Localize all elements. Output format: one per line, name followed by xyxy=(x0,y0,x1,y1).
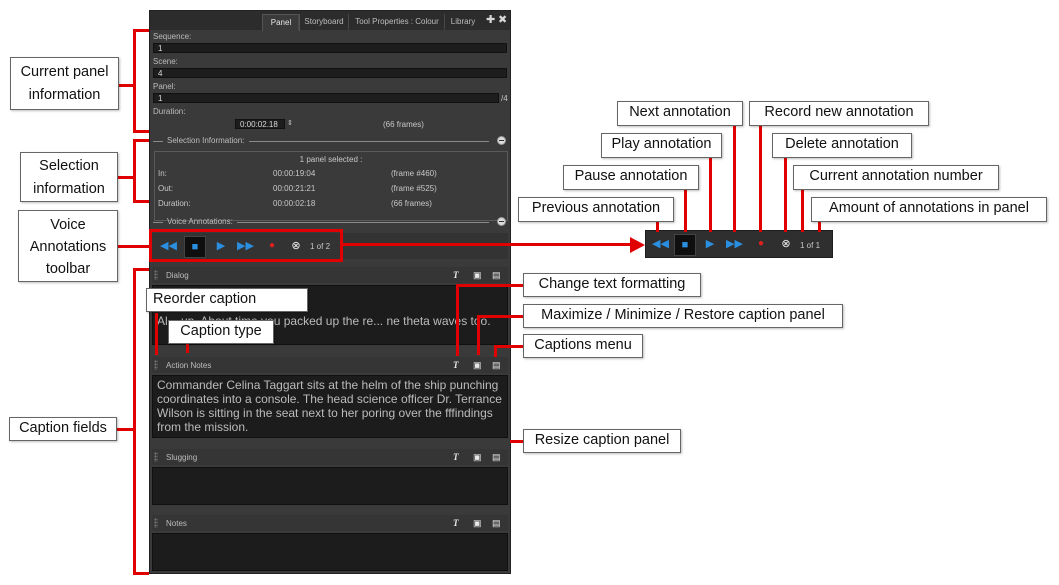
captions-menu-icon[interactable]: ▤ xyxy=(492,451,501,463)
caption-body-slugging[interactable] xyxy=(152,467,508,505)
sel-duration-time: 00:00:02:18 xyxy=(273,199,316,208)
zoom-record-icon[interactable]: ● xyxy=(753,236,769,252)
in-frame: (frame #460) xyxy=(391,169,437,178)
voice-section-header: Voice Annotations: xyxy=(153,217,508,227)
in-label: In: xyxy=(158,169,167,178)
tab-storyboard[interactable]: Storyboard xyxy=(298,14,349,30)
zoom-counter: 1 of 1 xyxy=(800,241,821,250)
callout-captions-menu: Captions menu xyxy=(523,334,643,358)
next-annotation-icon[interactable]: ▶▶ xyxy=(237,238,254,254)
sel-duration-label: Duration: xyxy=(158,199,191,208)
previous-annotation-icon[interactable]: ◀◀ xyxy=(160,238,177,254)
callout-delete-annotation: Delete annotation xyxy=(772,133,912,158)
text-format-icon[interactable]: T xyxy=(453,451,459,463)
selection-summary: 1 panel selected : xyxy=(299,155,363,164)
callout-selection: Selection information xyxy=(20,152,118,202)
text-format-icon[interactable]: T xyxy=(453,269,459,281)
maximize-icon[interactable]: ▣ xyxy=(473,517,482,529)
reorder-caption-grip[interactable] xyxy=(154,452,158,462)
plus-icon[interactable]: ✚ xyxy=(486,13,495,27)
sel-duration-frames: (66 frames) xyxy=(391,199,432,208)
in-time: 00:00:19:04 xyxy=(273,169,316,178)
out-frame: (frame #525) xyxy=(391,184,437,193)
play-annotation-icon[interactable]: ▶ xyxy=(213,238,229,254)
selection-header-label: Selection Information: xyxy=(167,136,245,145)
callout-amount-annotations: Amount of annotations in panel xyxy=(811,197,1047,222)
zoom-next-icon[interactable]: ▶▶ xyxy=(726,236,743,252)
caption-header-dialog: Dialog T ▣ ▤ xyxy=(152,267,508,283)
duration-label: Duration: xyxy=(153,107,186,116)
duration-frames: (66 frames) xyxy=(383,120,424,129)
tab-bar: Panel Storyboard Tool Properties : Colou… xyxy=(150,11,510,31)
callout-maximize: Maximize / Minimize / Restore caption pa… xyxy=(523,304,843,328)
callout-record-annotation: Record new annotation xyxy=(749,101,929,126)
close-icon[interactable]: ✖ xyxy=(498,13,507,27)
pause-annotation-icon[interactable]: ■ xyxy=(184,236,206,258)
zoom-stop-icon[interactable]: ■ xyxy=(674,234,696,256)
callout-reorder-caption: Reorder caption xyxy=(146,288,308,312)
callout-caption-type: Caption type xyxy=(168,320,274,344)
scene-field[interactable]: 4 xyxy=(153,68,507,78)
caption-header-notes: Notes T ▣ ▤ xyxy=(152,515,508,531)
selection-info-box: 1 panel selected : In: 00:00:19:04 (fram… xyxy=(154,151,508,221)
maximize-icon[interactable]: ▣ xyxy=(473,359,482,371)
callout-voice-toolbar: Voice Annotations toolbar xyxy=(18,210,118,282)
callout-next-annotation: Next annotation xyxy=(617,101,743,126)
callout-resize: Resize caption panel xyxy=(523,429,681,453)
callout-previous-annotation: Previous annotation xyxy=(518,197,674,222)
sequence-field[interactable]: 1 xyxy=(153,43,507,53)
maximize-icon[interactable]: ▣ xyxy=(473,451,482,463)
text-format-icon[interactable]: T xyxy=(453,359,459,371)
caption-body-action-notes[interactable]: Commander Celina Taggart sits at the hel… xyxy=(152,375,508,438)
collapse-voice-icon[interactable] xyxy=(497,217,506,226)
callout-pause-annotation: Pause annotation xyxy=(563,165,699,190)
panel-field[interactable]: 1 xyxy=(153,93,499,103)
tab-panel[interactable]: Panel xyxy=(262,14,300,31)
captions-menu-icon[interactable]: ▤ xyxy=(492,359,501,371)
captions-menu-icon[interactable]: ▤ xyxy=(492,269,501,281)
tab-tool-properties[interactable]: Tool Properties : Colour xyxy=(348,14,445,30)
callout-play-annotation: Play annotation xyxy=(601,133,722,158)
tab-library[interactable]: Library xyxy=(444,14,481,30)
voice-header-label: Voice Annotations: xyxy=(167,217,233,226)
selection-section-header: Selection Information: xyxy=(153,136,508,146)
duration-spinner-icon[interactable]: ⇕ xyxy=(287,119,293,127)
caption-title: Notes xyxy=(166,519,187,528)
maximize-icon[interactable]: ▣ xyxy=(473,269,482,281)
voice-toolbar-zoom: ◀◀ ■ ▶ ▶▶ ● ⊗ 1 of 1 xyxy=(645,230,833,258)
caption-text: Commander Celina Taggart sits at the hel… xyxy=(157,378,502,434)
caption-title: Dialog xyxy=(166,271,189,280)
caption-header-action-notes: Action Notes T ▣ ▤ xyxy=(152,357,508,373)
duration-field[interactable]: 0:00:02.18 xyxy=(235,119,285,129)
caption-body-notes[interactable] xyxy=(152,533,508,571)
panel-label: Panel: xyxy=(153,82,176,91)
caption-title: Action Notes xyxy=(166,361,212,370)
callout-current-number: Current annotation number xyxy=(793,165,999,190)
record-annotation-icon[interactable]: ● xyxy=(264,238,280,254)
reorder-caption-grip[interactable] xyxy=(154,270,158,280)
zoom-delete-icon[interactable]: ⊗ xyxy=(778,236,794,252)
voice-annotations-toolbar: ◀◀ ■ ▶ ▶▶ ● ⊗ 1 of 2 xyxy=(152,233,508,259)
captions-menu-icon[interactable]: ▤ xyxy=(492,517,501,529)
text-format-icon[interactable]: T xyxy=(453,517,459,529)
collapse-selection-icon[interactable] xyxy=(497,136,506,145)
panel-total: /4 xyxy=(501,94,508,103)
callout-caption-fields: Caption fields xyxy=(9,417,117,441)
caption-header-slugging: Slugging T ▣ ▤ xyxy=(152,449,508,465)
out-label: Out: xyxy=(158,184,174,193)
zoom-play-icon[interactable]: ▶ xyxy=(702,236,718,252)
callout-text-formatting: Change text formatting xyxy=(523,273,701,297)
delete-annotation-icon[interactable]: ⊗ xyxy=(288,238,304,254)
annotation-counter: 1 of 2 xyxy=(310,242,331,251)
out-time: 00:00:21:21 xyxy=(273,184,316,193)
caption-title: Slugging xyxy=(166,453,198,462)
scene-label: Scene: xyxy=(153,57,178,66)
sequence-label: Sequence: xyxy=(153,32,192,41)
reorder-caption-grip[interactable] xyxy=(154,518,158,528)
zoom-previous-icon[interactable]: ◀◀ xyxy=(652,236,669,252)
reorder-caption-grip[interactable] xyxy=(154,360,158,370)
callout-current-panel: Current panel information xyxy=(10,57,119,110)
